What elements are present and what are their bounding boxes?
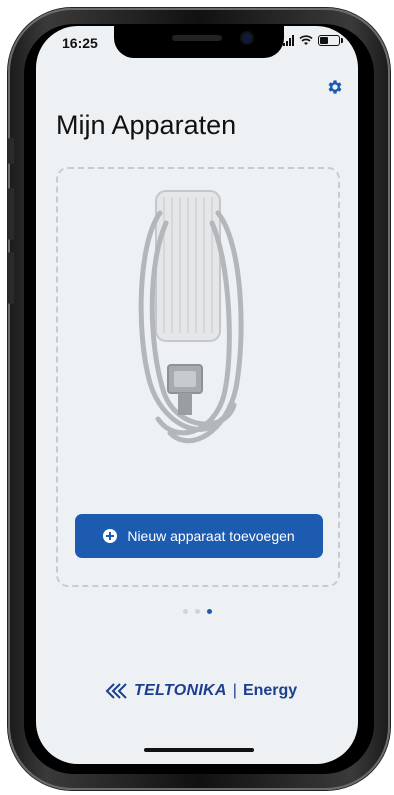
battery-icon <box>318 35 343 46</box>
brand-separator: | <box>232 682 237 699</box>
page-title: Mijn Apparaten <box>56 110 237 140</box>
wifi-icon <box>299 35 313 45</box>
page-dot-2[interactable] <box>194 609 200 614</box>
status-icons <box>283 35 343 46</box>
add-device-button[interactable]: Nieuw apparaat toevoegen <box>75 514 323 558</box>
volume-down-button <box>8 252 14 304</box>
teltonika-logo-icon <box>105 683 127 699</box>
plus-circle-icon <box>103 529 118 543</box>
add-device-label: Nieuw apparaat toevoegen <box>127 528 295 544</box>
volume-up-button <box>8 188 14 240</box>
brand-suffix: Energy <box>242 682 298 699</box>
app-screen: 16:25 Mijn Apparaten Nieuw apparaat toev… <box>36 26 358 764</box>
signal-icon <box>283 35 294 46</box>
brand-footer: TELTONIKA | Energy <box>104 682 297 700</box>
page-dot-1[interactable] <box>182 609 188 614</box>
mute-switch <box>8 138 14 164</box>
notch <box>114 26 284 58</box>
page-dot-3[interactable] <box>206 609 212 614</box>
speaker <box>172 35 222 41</box>
status-time: 16:25 <box>62 35 98 51</box>
camera <box>242 33 252 43</box>
gear-icon[interactable] <box>326 78 344 96</box>
ev-charger-image <box>138 190 244 444</box>
brand-name: TELTONIKA <box>134 682 227 699</box>
home-indicator[interactable] <box>144 748 254 752</box>
page-indicator <box>36 609 358 614</box>
add-device-card: Nieuw apparaat toevoegen <box>56 167 340 587</box>
